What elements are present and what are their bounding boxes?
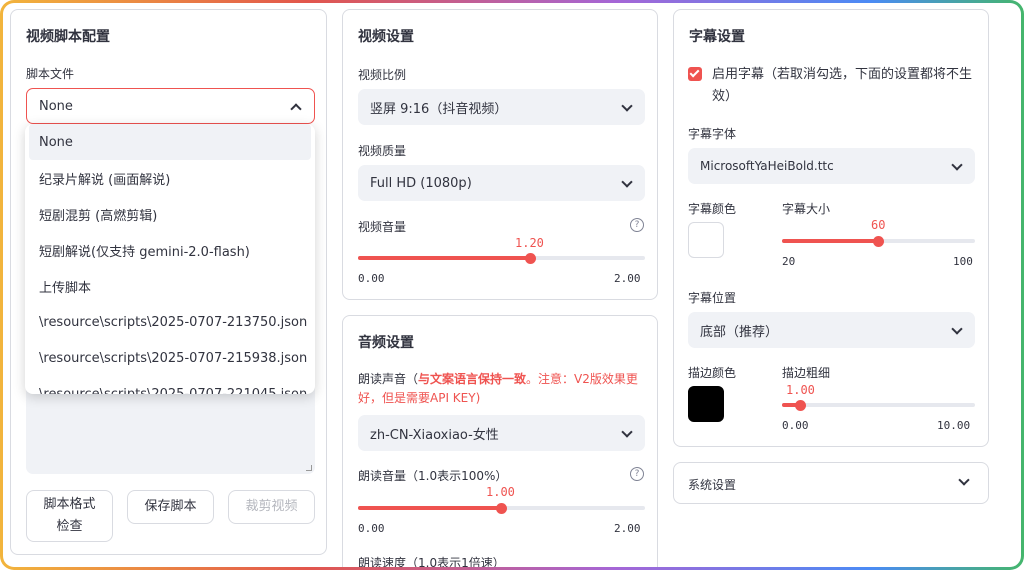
dropdown-option[interactable]: 短剧混剪 (高燃剪辑) [25, 196, 315, 232]
voice-label: 朗读声音（与文案语言保持一致。注意：V2版效果更好，但是需要API KEY) [358, 370, 648, 408]
subtitle-settings-card: 字幕设置 启用字幕（若取消勾选，下面的设置都将不生效） 字幕字体 Microso… [673, 9, 989, 447]
script-file-label: 脚本文件 [26, 67, 75, 81]
subtitle-size-max: 100 [953, 255, 973, 268]
voice-label-emphasis: 与文案语言保持一致 [418, 372, 527, 386]
chevron-down-icon [951, 159, 963, 171]
read-volume-label: 朗读音量（1.0表示100%） [358, 469, 508, 483]
enable-subtitle-label[interactable]: 启用字幕（若取消勾选，下面的设置都将不生效） [712, 64, 980, 108]
checkmark-icon [689, 67, 700, 78]
chevron-down-icon [951, 323, 963, 335]
video-ratio-label: 视频比例 [358, 68, 407, 82]
dropdown-option[interactable]: None [29, 124, 311, 160]
subtitle-size-value: 60 [871, 218, 886, 232]
resize-handle-icon[interactable] [306, 465, 312, 471]
stroke-width-label: 描边粗细 [782, 366, 831, 380]
stroke-color-swatch[interactable] [688, 386, 724, 422]
video-volume-min: 0.00 [358, 272, 385, 285]
stroke-color-label: 描边颜色 [688, 366, 737, 380]
video-quality-value: Full HD (1080p) [370, 175, 472, 191]
cut-video-button[interactable]: 裁剪视频 [228, 490, 315, 524]
video-volume-thumb[interactable] [525, 253, 536, 264]
dropdown-option[interactable]: 上传脚本 [25, 268, 315, 304]
window-frame: 视频脚本配置 脚本文件 None 脚本格式 检查 保存脚本 裁剪视频 None … [0, 0, 1024, 570]
read-speed-label: 朗读速度（1.0表示1倍速） [358, 556, 505, 567]
card-title: 字幕设置 [689, 29, 745, 45]
video-quality-label: 视频质量 [358, 144, 407, 158]
subtitle-position-label: 字幕位置 [688, 291, 737, 305]
card-title: 音频设置 [358, 335, 414, 351]
subtitle-position-value: 底部（推荐） [700, 324, 779, 340]
stroke-width-thumb[interactable] [795, 400, 806, 411]
voice-select[interactable]: zh-CN-Xiaoxiao-女性 [358, 415, 645, 451]
enable-subtitle-checkbox[interactable] [688, 67, 702, 81]
audio-settings-card: 音频设置 朗读声音（与文案语言保持一致。注意：V2版效果更好，但是需要API K… [342, 315, 658, 567]
help-icon[interactable]: ? [630, 467, 644, 481]
chevron-down-icon [621, 426, 633, 438]
check-script-format-button[interactable]: 脚本格式 检查 [26, 490, 113, 542]
voice-label-prefix: 朗读声音（ [358, 372, 419, 386]
video-quality-select[interactable]: Full HD (1080p) [358, 165, 645, 201]
stroke-width-track[interactable] [782, 403, 975, 407]
video-ratio-value: 竖屏 9:16（抖音视频） [370, 101, 508, 117]
script-file-select[interactable]: None [26, 88, 315, 124]
chevron-down-icon [621, 100, 633, 112]
video-volume-value: 1.20 [515, 236, 544, 250]
read-volume-value: 1.00 [486, 485, 515, 499]
subtitle-position-select[interactable]: 底部（推荐） [688, 312, 975, 348]
stroke-width-max: 10.00 [937, 419, 971, 432]
button-label-line2: 检查 [56, 519, 83, 534]
subtitle-size-thumb[interactable] [873, 236, 884, 247]
dropdown-option[interactable]: 短剧解说(仅支持 gemini-2.0-flash) [25, 232, 315, 268]
video-ratio-select[interactable]: 竖屏 9:16（抖音视频） [358, 89, 645, 125]
stroke-width-value: 1.00 [786, 383, 815, 397]
video-settings-card: 视频设置 视频比例 竖屏 9:16（抖音视频） 视频质量 Full HD (10… [342, 9, 658, 300]
read-volume-thumb[interactable] [496, 503, 507, 514]
subtitle-color-swatch[interactable] [688, 222, 724, 258]
stroke-width-min: 0.00 [782, 419, 809, 432]
script-file-value: None [39, 98, 73, 114]
voice-value: zh-CN-Xiaoxiao-女性 [370, 427, 499, 443]
read-volume-fill [358, 506, 501, 510]
subtitle-color-label: 字幕颜色 [688, 202, 737, 216]
dropdown-option[interactable]: \resource\scripts\2025-0707-221045.json [25, 376, 315, 395]
save-script-button[interactable]: 保存脚本 [127, 490, 214, 524]
chevron-down-icon [290, 103, 302, 115]
subtitle-font-value: MicrosoftYaHeiBold.ttc [700, 159, 834, 173]
subtitle-font-label: 字幕字体 [688, 127, 737, 141]
system-settings-expander[interactable]: 系统设置 [673, 462, 989, 504]
video-volume-fill [358, 256, 530, 260]
chevron-down-icon [621, 176, 633, 188]
subtitle-size-fill [782, 239, 879, 243]
dropdown-option[interactable]: \resource\scripts\2025-0707-213750.json [25, 304, 315, 340]
video-volume-label: 视频音量 [358, 220, 407, 234]
subtitle-size-min: 20 [782, 255, 796, 268]
subtitle-size-label: 字幕大小 [782, 202, 831, 216]
read-volume-max: 2.00 [614, 522, 641, 535]
card-title: 视频设置 [358, 29, 414, 45]
dropdown-option[interactable]: \resource\scripts\2025-0707-215938.json [25, 340, 315, 376]
subtitle-font-select[interactable]: MicrosoftYaHeiBold.ttc [688, 148, 975, 184]
script-file-dropdown: None 纪录片解说 (画面解说) 短剧混剪 (高燃剪辑) 短剧解说(仅支持 g… [25, 124, 315, 394]
read-volume-min: 0.00 [358, 522, 385, 535]
system-settings-title: 系统设置 [688, 478, 737, 492]
chevron-down-icon [958, 474, 970, 486]
help-icon[interactable]: ? [630, 218, 644, 232]
button-label-line1: 脚本格式 [43, 497, 96, 512]
dropdown-option[interactable]: 纪录片解说 (画面解说) [25, 160, 315, 196]
video-volume-max: 2.00 [614, 272, 641, 285]
card-title: 视频脚本配置 [26, 29, 110, 45]
app-content: 视频脚本配置 脚本文件 None 脚本格式 检查 保存脚本 裁剪视频 None … [3, 3, 1021, 567]
